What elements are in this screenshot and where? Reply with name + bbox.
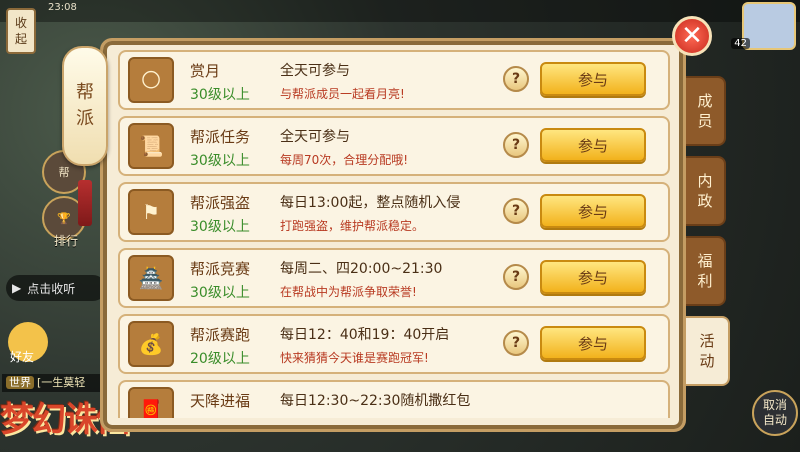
activity-row: 🧧 天降进福 每日12:30~22:30随机撒红包 xyxy=(118,380,670,418)
activity-desc: 快来猜猜今天谁是赛跑冠军! xyxy=(280,351,429,365)
tab-affairs[interactable]: 内 政 xyxy=(686,156,726,226)
ranking-label: 排行 xyxy=(54,234,79,248)
cancel-auto-label-1: 取消 xyxy=(762,398,787,412)
join-button[interactable]: 参与 xyxy=(540,194,646,228)
activity-time: 每日12:30~22:30随机撒红包 xyxy=(280,393,471,409)
sign-char-2: 派 xyxy=(76,108,94,129)
collapse-label-1: 收 xyxy=(14,16,27,30)
tab-label: 利 xyxy=(697,272,713,290)
activity-level: 30级以上 xyxy=(190,153,250,169)
tab-label: 成 xyxy=(697,92,713,110)
activity-level: 20级以上 xyxy=(190,351,250,367)
guild-hanging-sign: 帮 派 xyxy=(62,46,108,166)
world-chat-text: [一生莫轻 xyxy=(37,376,86,389)
activity-time: 全天可参与 xyxy=(280,129,350,145)
cancel-auto-label-2: 自动 xyxy=(762,413,787,427)
tassel-decoration xyxy=(78,180,92,226)
cancel-auto-button[interactable]: 取消 自动 xyxy=(752,390,798,436)
help-icon[interactable]: ? xyxy=(503,132,529,158)
world-chat-bar[interactable]: 世界 [一生莫轻 xyxy=(2,374,102,392)
activity-desc: 在帮战中为帮派争取荣誉! xyxy=(280,285,417,299)
moon-viewing-icon: 🌕 xyxy=(128,57,174,103)
task-scroll-icon: 📜 xyxy=(128,123,174,169)
activity-time: 每日13:00起，整点随机入侵 xyxy=(280,195,461,211)
voice-chat-button[interactable]: ▶ 点击收听 xyxy=(6,275,106,301)
friends-label: 好友 xyxy=(10,350,35,364)
activity-title: 帮派强盗 xyxy=(190,194,251,212)
activity-row: 📜 帮派任务 30级以上 全天可参与 每周70次，合理分配哦! ? 参与 xyxy=(118,116,670,176)
player-level-badge: 42 xyxy=(731,38,750,49)
sign-char-1: 帮 xyxy=(76,82,94,103)
race-treasure-icon: 💰 xyxy=(128,321,174,367)
join-button[interactable]: 参与 xyxy=(540,128,646,162)
collapse-button[interactable]: 收 起 xyxy=(6,8,36,54)
tab-label: 政 xyxy=(697,192,713,210)
activity-level: 30级以上 xyxy=(190,285,250,301)
activity-time: 每日12：40和19：40开启 xyxy=(280,327,450,343)
panel-tabs: 成 员 内 政 福 利 活 动 xyxy=(686,76,730,396)
activity-title: 帮派竞赛 xyxy=(190,260,251,278)
tab-members[interactable]: 成 员 xyxy=(686,76,726,146)
tab-label: 福 xyxy=(697,252,713,270)
activity-time: 全天可参与 xyxy=(280,63,350,79)
activity-desc: 打跑强盗，维护帮派稳定。 xyxy=(280,219,425,233)
tab-welfare[interactable]: 福 利 xyxy=(686,236,726,306)
activity-title: 帮派赛跑 xyxy=(190,326,251,344)
player-avatar[interactable] xyxy=(742,2,796,50)
join-button[interactable]: 参与 xyxy=(540,62,646,96)
help-icon[interactable]: ? xyxy=(503,66,529,92)
bandit-flag-icon: ⚑ xyxy=(128,189,174,235)
help-icon[interactable]: ? xyxy=(503,330,529,356)
tab-label: 内 xyxy=(697,172,713,190)
activity-level: 30级以上 xyxy=(190,87,250,103)
red-packet-icon: 🧧 xyxy=(128,387,174,418)
activity-desc: 与帮派成员一起看月亮! xyxy=(280,87,405,101)
activity-row: 💰 帮派赛跑 20级以上 每日12：40和19：40开启 快来猜猜今天谁是赛跑冠… xyxy=(118,314,670,374)
tab-activities[interactable]: 活 动 xyxy=(686,316,730,386)
chat-button-label: 点击收听 xyxy=(27,281,76,296)
activity-title: 帮派任务 xyxy=(190,128,251,146)
collapse-label-2: 起 xyxy=(14,32,27,46)
close-icon[interactable]: ✕ xyxy=(672,16,712,56)
activity-row: 🌕 赏月 30级以上 全天可参与 与帮派成员一起看月亮! ? 参与 xyxy=(118,50,670,110)
tab-label: 员 xyxy=(697,112,713,130)
arena-icon: 🏯 xyxy=(128,255,174,301)
activity-desc: 每周70次，合理分配哦! xyxy=(280,153,409,167)
guild-side-label: 帮 xyxy=(58,166,70,179)
activity-list[interactable]: 🌕 赏月 30级以上 全天可参与 与帮派成员一起看月亮! ? 参与 📜 帮派任务… xyxy=(118,50,670,418)
help-icon[interactable]: ? xyxy=(503,264,529,290)
activity-row: ⚑ 帮派强盗 30级以上 每日13:00起，整点随机入侵 打跑强盗，维护帮派稳定… xyxy=(118,182,670,242)
activity-title: 天降进福 xyxy=(190,392,251,410)
join-button[interactable]: 参与 xyxy=(540,326,646,360)
play-icon: ▶ xyxy=(12,281,22,295)
tab-label: 动 xyxy=(699,352,715,370)
trophy-icon: 🏆 xyxy=(57,211,71,225)
activity-row: 🏯 帮派竞赛 30级以上 每周二、四20:00~21:30 在帮战中为帮派争取荣… xyxy=(118,248,670,308)
activity-title: 赏月 xyxy=(190,62,221,80)
tab-label: 活 xyxy=(699,332,715,350)
help-icon[interactable]: ? xyxy=(503,198,529,224)
activity-time: 每周二、四20:00~21:30 xyxy=(280,261,443,277)
world-channel-tag: 世界 xyxy=(6,376,34,389)
join-button[interactable]: 参与 xyxy=(540,260,646,294)
activity-level: 30级以上 xyxy=(190,219,250,235)
